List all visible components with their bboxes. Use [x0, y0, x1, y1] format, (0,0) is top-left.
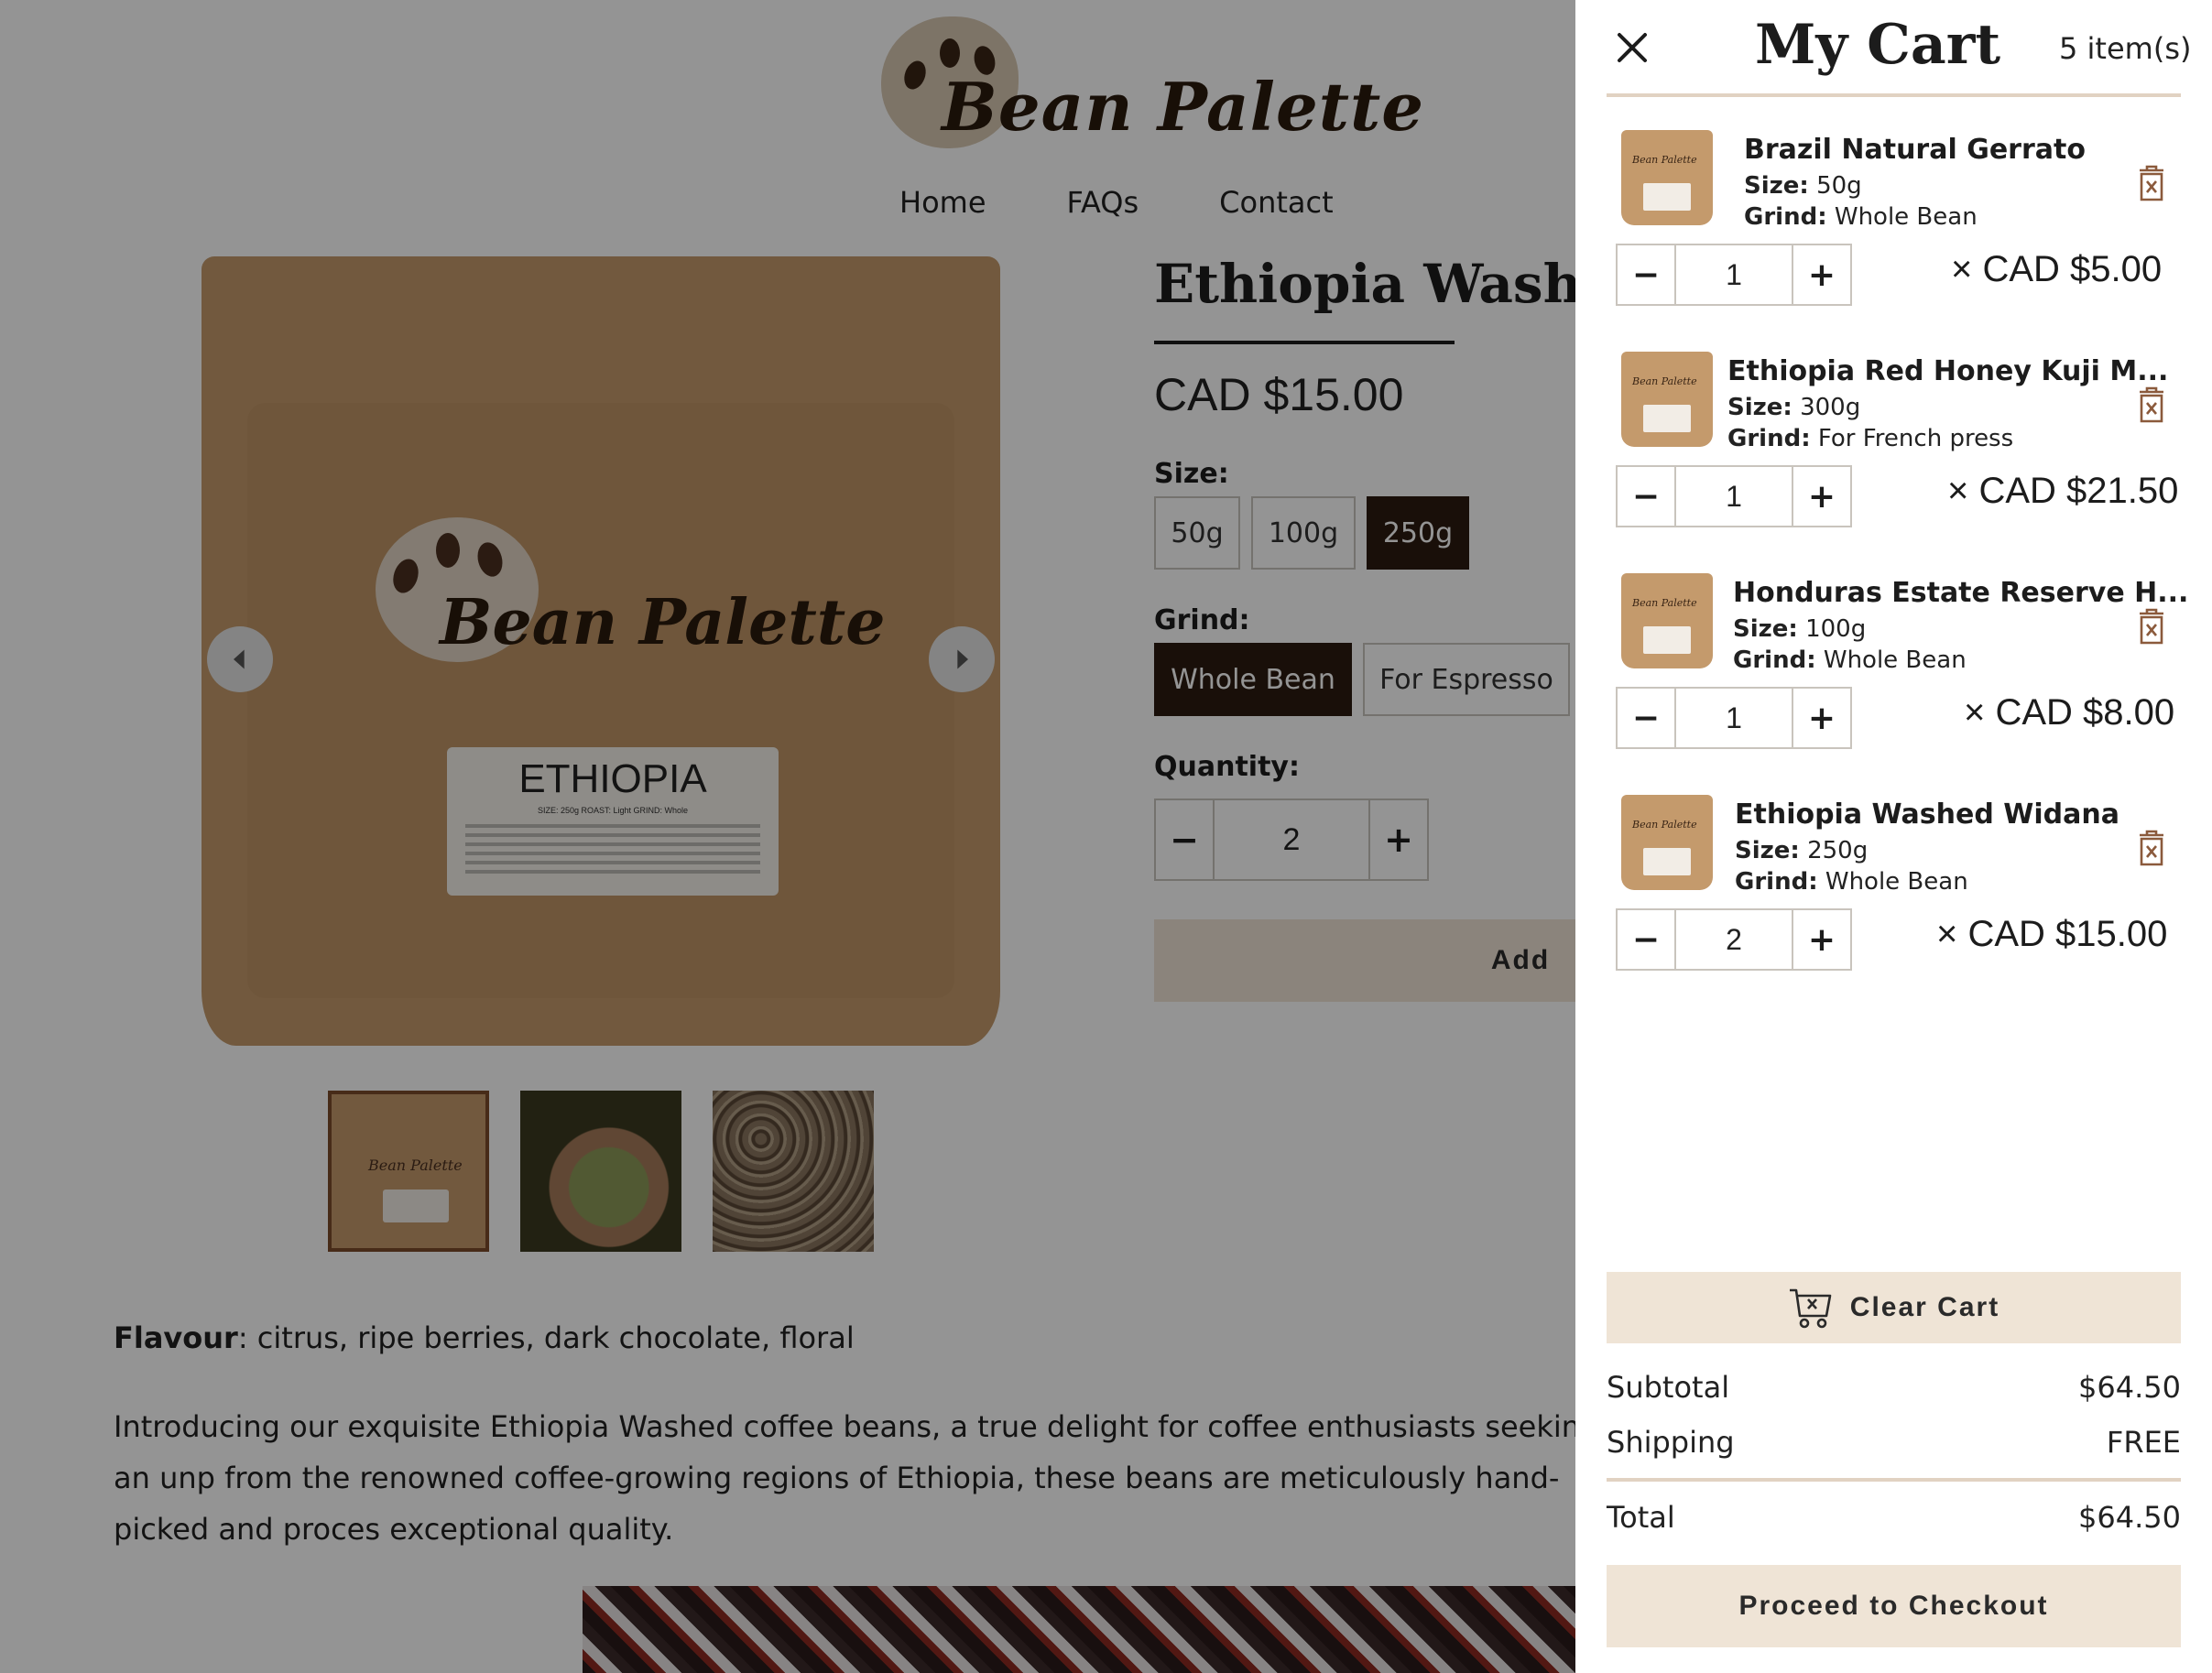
- cart-item-decrease-button[interactable]: −: [1618, 910, 1674, 969]
- cart-item-name: Ethiopia Red Honey Kuji M...: [1727, 355, 2169, 387]
- cart-item-grind: Grind: Whole Bean: [1733, 646, 1967, 674]
- cart-header-divider: [1607, 93, 2181, 97]
- cart-item-price: × CAD $8.00: [1964, 692, 2175, 733]
- cart-item-size: Size: 250g: [1735, 837, 1869, 864]
- cart-item-quantity-stepper: − 1 +: [1616, 465, 1852, 527]
- close-icon: [1618, 33, 1647, 62]
- cart-item-size: Size: 300g: [1727, 394, 1861, 421]
- cart-item-decrease-button[interactable]: −: [1618, 245, 1674, 304]
- clear-cart-label: Clear Cart: [1849, 1292, 2000, 1322]
- cart-item: Bean Palette Ethiopia Washed Widana Size…: [1616, 791, 2180, 993]
- cart-clear-icon: [1789, 1288, 1832, 1329]
- checkout-button[interactable]: Proceed to Checkout: [1607, 1565, 2181, 1647]
- total-value: $64.50: [2078, 1500, 2181, 1535]
- cart-item-grind: Grind: Whole Bean: [1735, 868, 1968, 896]
- cart-item: Bean Palette Ethiopia Red Honey Kuji M..…: [1616, 348, 2180, 549]
- cart-item-name: Brazil Natural Gerrato: [1744, 134, 2086, 166]
- cart-item-image-logo: Bean Palette: [1632, 375, 1697, 387]
- cart-item-quantity[interactable]: 1: [1674, 467, 1793, 526]
- cart-item-grind: Grind: Whole Bean: [1744, 203, 1978, 231]
- total-row: Total $64.50: [1607, 1500, 2181, 1535]
- cart-item-image-logo: Bean Palette: [1632, 597, 1697, 609]
- cart-item-quantity[interactable]: 1: [1674, 689, 1793, 747]
- shipping-label: Shipping: [1607, 1425, 1735, 1460]
- trash-icon: [2140, 608, 2163, 645]
- cart-item: Bean Palette Honduras Estate Reserve H..…: [1616, 570, 2188, 771]
- cart-item-image-logo: Bean Palette: [1632, 819, 1697, 831]
- trash-icon: [2140, 830, 2163, 866]
- shipping-value: FREE: [2106, 1425, 2181, 1460]
- subtotal-label: Subtotal: [1607, 1370, 1730, 1405]
- cart-item-image: Bean Palette: [1616, 126, 1718, 229]
- cart-item-size: Size: 100g: [1733, 615, 1867, 643]
- cart-item-price: × CAD $15.00: [1936, 914, 2168, 954]
- cart-item-quantity[interactable]: 2: [1674, 910, 1793, 969]
- cart-item-price: × CAD $5.00: [1951, 249, 2163, 289]
- cart-item-quantity-stepper: − 2 +: [1616, 908, 1852, 971]
- cart-item-quantity-stepper: − 1 +: [1616, 244, 1852, 306]
- cart-item-image: Bean Palette: [1616, 791, 1718, 894]
- clear-cart-button[interactable]: Clear Cart: [1607, 1272, 2181, 1343]
- modal-backdrop[interactable]: [0, 0, 1575, 1673]
- cart-item-increase-button[interactable]: +: [1793, 689, 1850, 747]
- remove-item-button[interactable]: [2134, 386, 2169, 423]
- cart-item-image: Bean Palette: [1616, 570, 1718, 672]
- trash-icon: [2140, 165, 2163, 201]
- cart-item-grind: Grind: For French press: [1727, 425, 2014, 452]
- cart-item: Bean Palette Brazil Natural Gerrato Size…: [1616, 126, 2180, 328]
- cart-item-image: Bean Palette: [1616, 348, 1718, 451]
- cart-item-increase-button[interactable]: +: [1793, 245, 1850, 304]
- trash-icon: [2140, 386, 2163, 423]
- cart-item-image-logo: Bean Palette: [1632, 154, 1697, 166]
- remove-item-button[interactable]: [2134, 608, 2169, 645]
- cart-item-increase-button[interactable]: +: [1793, 467, 1850, 526]
- cart-item-name: Ethiopia Washed Widana: [1735, 798, 2119, 831]
- cart-item-decrease-button[interactable]: −: [1618, 467, 1674, 526]
- total-label: Total: [1607, 1500, 1675, 1535]
- remove-item-button[interactable]: [2134, 830, 2169, 866]
- shipping-row: Shipping FREE: [1607, 1425, 2181, 1460]
- subtotal-row: Subtotal $64.50: [1607, 1370, 2181, 1405]
- cart-item-quantity[interactable]: 1: [1674, 245, 1793, 304]
- cart-item-price: × CAD $21.50: [1947, 471, 2179, 511]
- cart-item-count: 5 item(s): [2059, 31, 2192, 66]
- total-divider: [1607, 1478, 2181, 1482]
- cart-item-quantity-stepper: − 1 +: [1616, 687, 1852, 749]
- close-cart-button[interactable]: [1610, 26, 1654, 70]
- cart-item-name: Honduras Estate Reserve H...: [1733, 577, 2189, 609]
- remove-item-button[interactable]: [2134, 165, 2169, 201]
- subtotal-value: $64.50: [2078, 1370, 2181, 1405]
- cart-item-decrease-button[interactable]: −: [1618, 689, 1674, 747]
- cart-item-increase-button[interactable]: +: [1793, 910, 1850, 969]
- cart-title: My Cart: [1755, 13, 2001, 77]
- cart-item-size: Size: 50g: [1744, 172, 1862, 200]
